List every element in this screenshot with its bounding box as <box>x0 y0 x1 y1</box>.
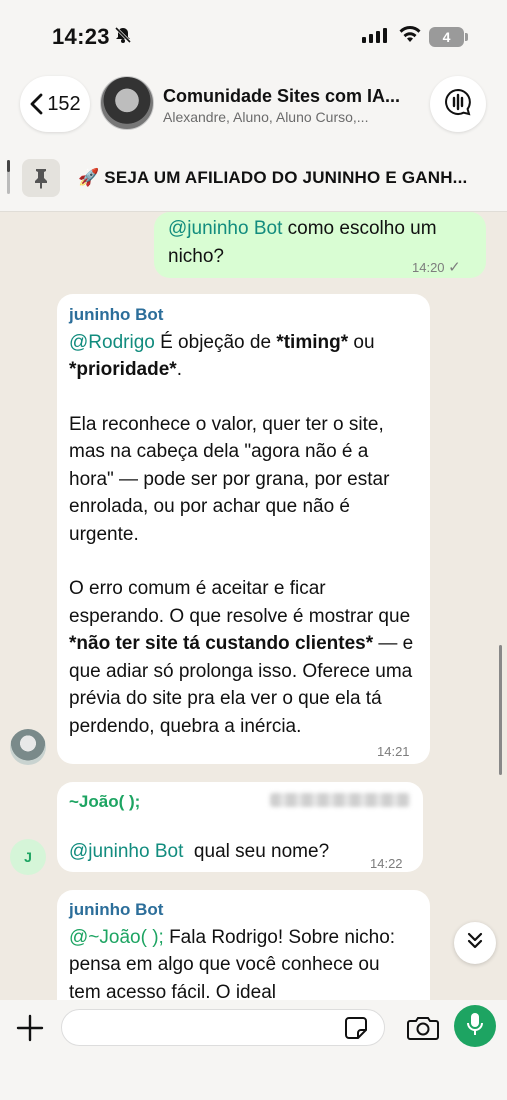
message-paragraph: @~João( ); Fala Rodrigo! Sobre nicho: pe… <box>69 924 414 1007</box>
call-button[interactable] <box>430 76 486 132</box>
bell-muted-icon <box>114 26 132 49</box>
avatar-initial[interactable]: J <box>10 839 46 875</box>
mention[interactable]: @juninho Bot <box>168 218 282 239</box>
pinned-message-text[interactable]: 🚀 SEJA UM AFILIADO DO JUNINHO E GANH... <box>78 168 467 188</box>
bold-text: *prioridade* <box>69 359 177 380</box>
chat-header: 152 Comunidade Sites com IA... Alexandre… <box>0 70 507 142</box>
text-run: ou <box>348 331 375 353</box>
pin-indicator <box>7 160 10 194</box>
scrollbar[interactable] <box>499 645 502 775</box>
signal-icon <box>362 28 387 43</box>
chevron-left-icon <box>29 93 43 115</box>
sticker-icon[interactable] <box>344 1016 368 1045</box>
message-time: 14:21 <box>377 744 410 759</box>
blurred-phone-number <box>270 793 410 807</box>
pinned-message-bar[interactable]: 🚀 SEJA UM AFILIADO DO JUNINHO E GANH... <box>0 142 507 212</box>
message-paragraph: @Rodrigo É objeção de *timing* ou *prior… <box>69 329 414 384</box>
bold-text: *timing* <box>276 331 349 353</box>
message-input-bar <box>0 1000 507 1100</box>
unread-count: 152 <box>47 92 81 115</box>
group-title[interactable]: Comunidade Sites com IA... <box>163 86 400 107</box>
message-line: @juninho Bot qual seu nome? <box>69 838 407 866</box>
mention[interactable]: @juninho Bot <box>69 841 183 862</box>
plus-icon[interactable] <box>16 1014 44 1047</box>
back-button[interactable]: 152 <box>20 76 90 132</box>
text-run: . <box>176 359 182 380</box>
double-chevron-down-icon <box>465 931 485 956</box>
camera-icon[interactable] <box>407 1015 439 1046</box>
sender-name[interactable]: juninho Bot <box>69 301 414 329</box>
mention[interactable]: @Rodrigo <box>69 332 155 353</box>
message-paragraph: O erro comum é aceitar e ficar esperando… <box>69 575 414 740</box>
audio-wave-icon <box>444 88 472 121</box>
group-members[interactable]: Alexandre, Aluno, Aluno Curso,... <box>163 109 368 125</box>
battery-indicator: 4 <box>429 27 464 47</box>
pin-icon[interactable] <box>22 159 60 197</box>
sender-name[interactable]: juninho Bot <box>69 896 414 924</box>
message-text: qual seu nome? <box>183 840 330 862</box>
mic-icon <box>466 1012 484 1041</box>
status-bar: 14:23 4 <box>0 0 507 70</box>
message-time: 14:20 ✓ <box>412 254 461 282</box>
battery-tip <box>465 33 468 41</box>
message-time: 14:22 <box>370 856 403 871</box>
mention[interactable]: @~João( ); <box>69 927 164 948</box>
wifi-icon <box>398 24 422 49</box>
time-text: 14:20 <box>412 260 445 275</box>
sent-check-icon: ✓ <box>448 259 461 276</box>
incoming-message[interactable]: juninho Bot @Rodrigo É objeção de *timin… <box>57 294 430 764</box>
scroll-down-button[interactable] <box>454 922 496 964</box>
message-paragraph: Ela reconhece o valor, quer ter o site, … <box>69 413 390 545</box>
message-input[interactable] <box>61 1009 385 1046</box>
bold-text: *não ter site tá custando clientes* <box>69 633 374 654</box>
text-run: É objeção de <box>154 331 277 353</box>
group-avatar[interactable] <box>100 76 154 130</box>
status-time: 14:23 <box>52 24 110 49</box>
bot-avatar[interactable] <box>10 729 46 765</box>
mic-button[interactable] <box>454 1005 496 1047</box>
text-run: O erro comum é aceitar e ficar esperando… <box>69 578 411 627</box>
outgoing-message[interactable]: @juninho Bot como escolho um nicho? 14:2… <box>154 212 486 278</box>
